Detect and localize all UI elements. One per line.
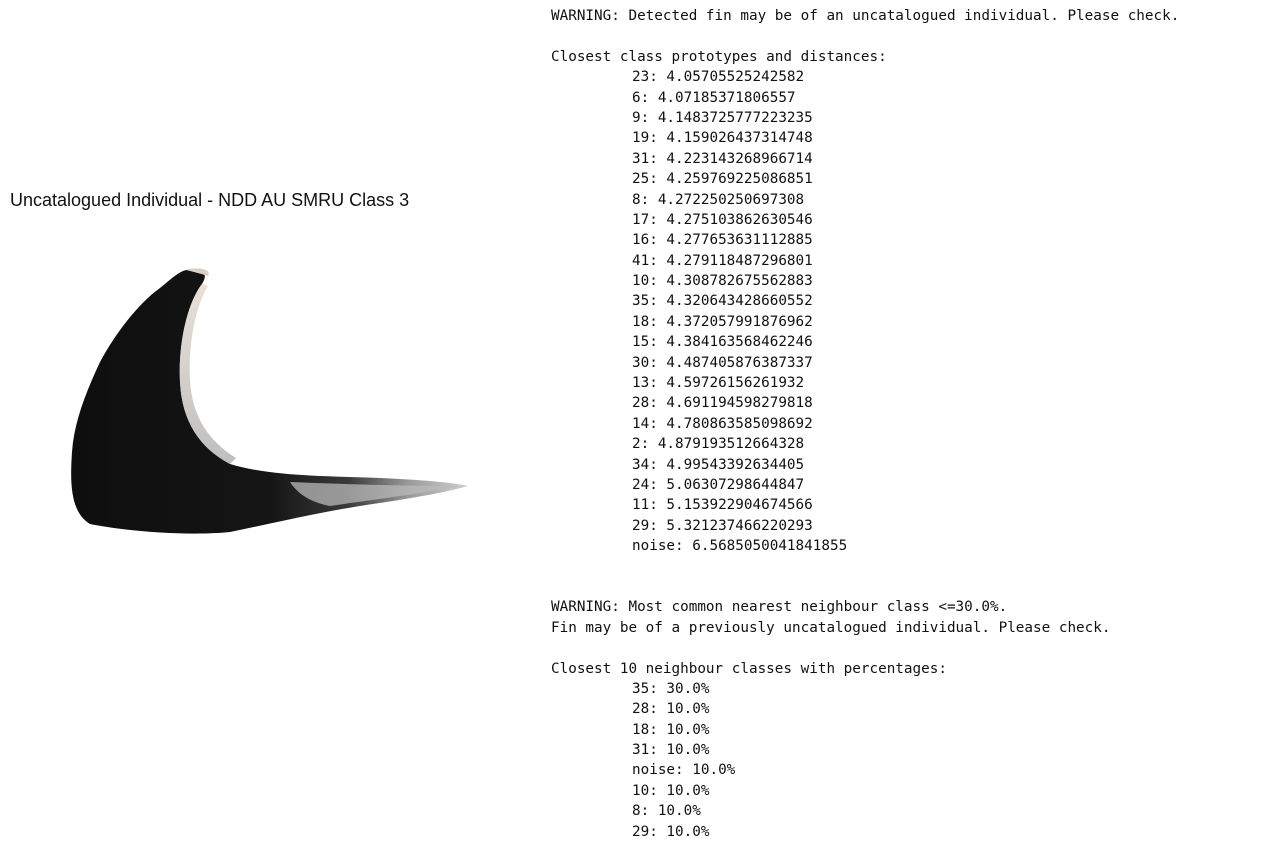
prototype-distance-row: 13: 4.59726156261932 xyxy=(632,375,805,392)
prototype-distance-row: 17: 4.275103862630546 xyxy=(632,211,813,228)
neighbour-percentage-row: 18: 10.0% xyxy=(632,721,710,738)
neighbours-header: Closest 10 neighbour classes with percen… xyxy=(551,660,947,677)
prototype-distance-row: 19: 4.159026437314748 xyxy=(632,130,813,147)
prototype-distance-row: 11: 5.153922904674566 xyxy=(632,497,813,514)
neighbour-percentage-list: 35: 30.0% 28: 10.0% 18: 10.0% 31: 10.0% … xyxy=(551,679,1281,842)
neighbour-warning: WARNING: Most common nearest neighbour c… xyxy=(551,599,1008,616)
neighbour-percentage-row: noise: 10.0% xyxy=(632,762,736,779)
prototype-distance-row: 31: 4.223143268966714 xyxy=(632,150,813,167)
prototype-distance-row: 41: 4.279118487296801 xyxy=(632,252,813,269)
prototype-distance-list: 23: 4.05705525242582 6: 4.07185371806557… xyxy=(551,67,1281,556)
prototype-distance-row: 14: 4.780863585098692 xyxy=(632,415,813,432)
neighbour-percentage-row: 8: 10.0% xyxy=(632,803,701,820)
prototype-distance-row: 28: 4.691194598279818 xyxy=(632,395,813,412)
neighbour-percentage-row: 29: 10.0% xyxy=(632,823,710,840)
neighbour-warning-detail: Fin may be of a previously uncatalogued … xyxy=(551,619,1111,636)
prototype-distance-row: 9: 4.1483725777223235 xyxy=(632,109,813,126)
prototype-distance-row: 8: 4.272250250697308 xyxy=(632,191,805,208)
prototype-distance-row: 30: 4.487405876387337 xyxy=(632,354,813,371)
prototype-distance-row: noise: 6.5685050041841855 xyxy=(632,538,848,555)
neighbour-percentage-row: 35: 30.0% xyxy=(632,680,710,697)
prototype-distance-row: 6: 4.07185371806557 xyxy=(632,89,796,106)
prototype-distance-row: 10: 4.308782675562883 xyxy=(632,273,813,290)
prototype-distance-row: 2: 4.879193512664328 xyxy=(632,436,805,453)
prototype-distance-row: 16: 4.277653631112885 xyxy=(632,232,813,249)
prototype-distance-row: 25: 4.259769225086851 xyxy=(632,171,813,188)
figure-title: Uncatalogued Individual - NDD AU SMRU Cl… xyxy=(10,190,410,210)
prototype-distance-row: 29: 5.321237466220293 xyxy=(632,517,813,534)
neighbour-percentage-row: 31: 10.0% xyxy=(632,742,710,759)
prototype-distance-row: 23: 4.05705525242582 xyxy=(632,69,805,86)
neighbour-percentage-row: 10: 10.0% xyxy=(632,782,710,799)
prototypes-header: Closest class prototypes and distances: xyxy=(551,48,887,65)
neighbour-percentage-row: 28: 10.0% xyxy=(632,701,710,718)
prototype-distance-row: 15: 4.384163568462246 xyxy=(632,334,813,351)
prototype-distance-row: 35: 4.320643428660552 xyxy=(632,293,813,310)
figure-panel: Uncatalogued Individual - NDD AU SMRU Cl… xyxy=(0,0,520,846)
prototype-distance-row: 24: 5.06307298644847 xyxy=(632,476,805,493)
prototype-distance-row: 34: 4.99543392634405 xyxy=(632,456,805,473)
prototype-distance-row: 18: 4.372057991876962 xyxy=(632,313,813,330)
console-output: WARNING: Detected fin may be of an uncat… xyxy=(551,6,1281,842)
dorsal-fin-image xyxy=(71,268,469,534)
uncatalogued-warning: WARNING: Detected fin may be of an uncat… xyxy=(551,8,1180,24)
